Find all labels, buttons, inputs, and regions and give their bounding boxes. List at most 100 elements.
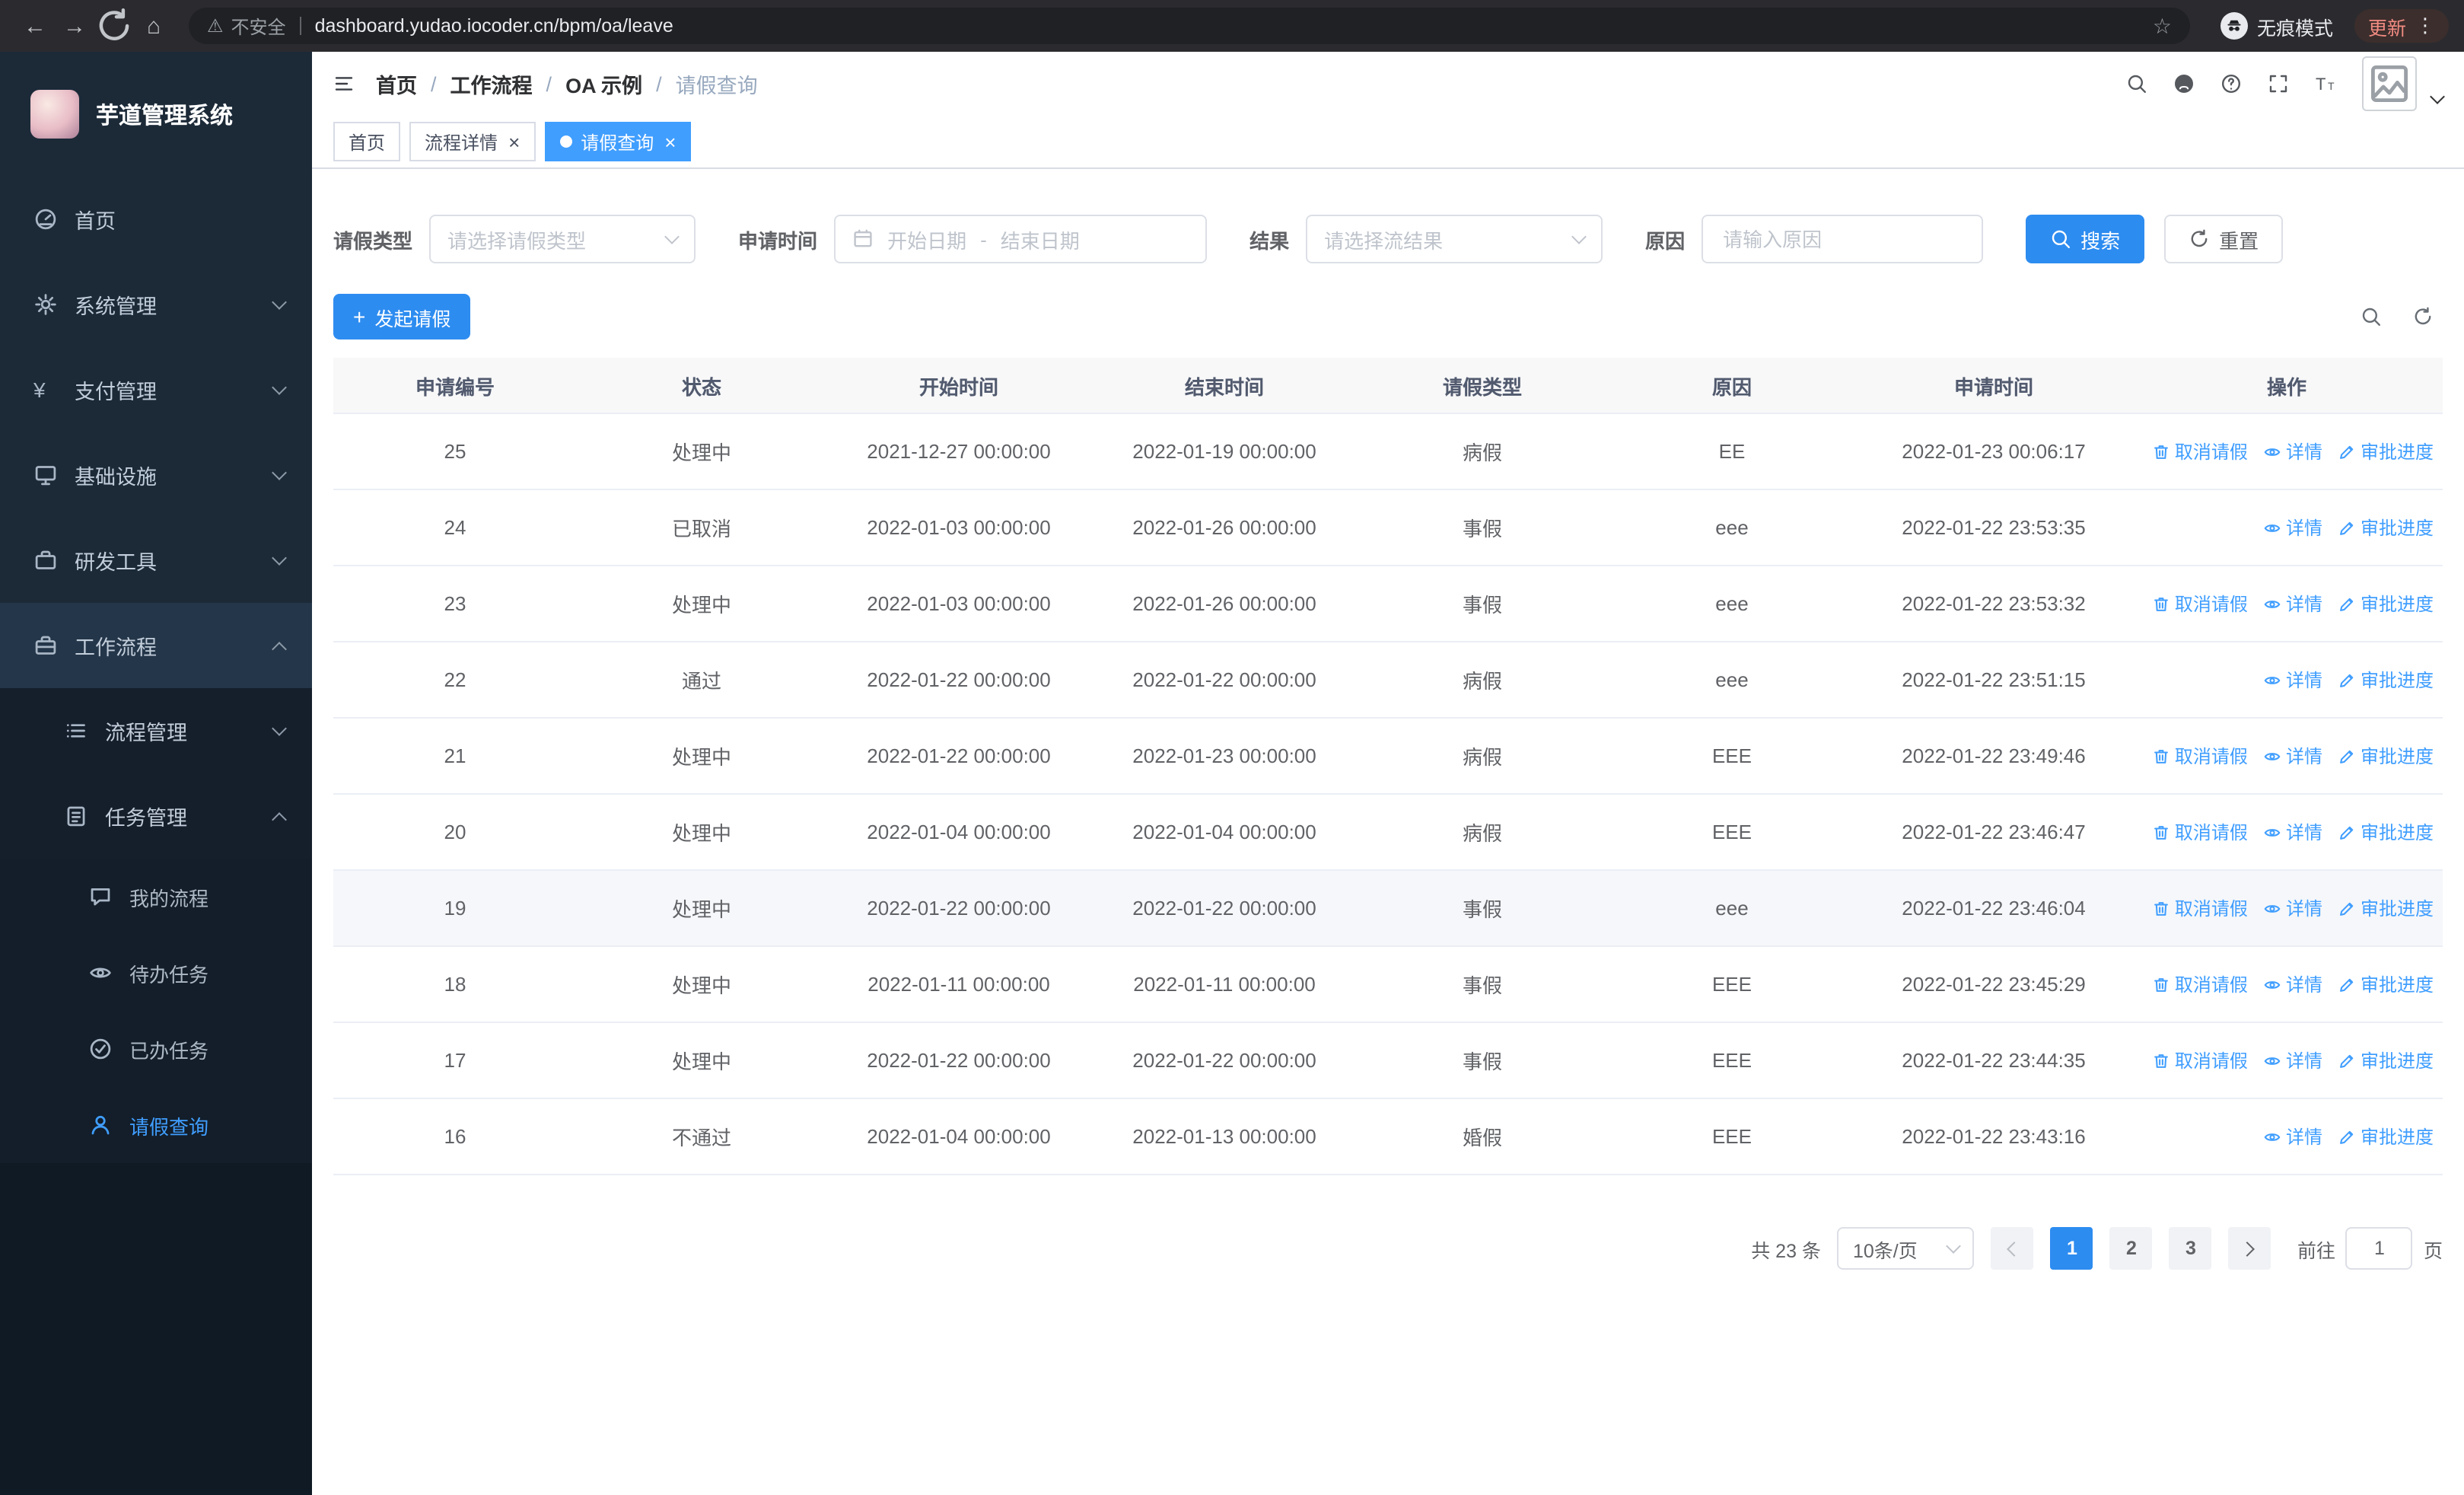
action-detail-link[interactable]: 详情: [2263, 1047, 2322, 1073]
prev-page-button[interactable]: [1991, 1227, 2034, 1270]
sidebar-item-payment-management[interactable]: ¥ 支付管理: [0, 347, 312, 432]
chevron-down-icon[interactable]: [2430, 89, 2445, 104]
next-page-button[interactable]: [2228, 1227, 2271, 1270]
toggle-search-icon[interactable]: [2361, 306, 2382, 327]
sidebar-item-task-management[interactable]: 任务管理: [0, 773, 312, 859]
action-detail-link[interactable]: 详情: [2263, 515, 2322, 540]
tab-process-detail[interactable]: 流程详情 ×: [409, 122, 536, 161]
cell-actions: 取消请假 详情 审批进度: [2131, 946, 2443, 1023]
browser-home-icon[interactable]: ⌂: [134, 13, 173, 39]
pagination-total: 共 23 条: [1751, 1240, 1821, 1261]
sidebar-item-label: 系统管理: [75, 295, 157, 318]
action-cancel-link[interactable]: 取消请假: [2152, 819, 2248, 845]
action-cancel-link[interactable]: 取消请假: [2152, 971, 2248, 997]
action-cancel-link[interactable]: 取消请假: [2152, 1047, 2248, 1073]
close-icon[interactable]: ×: [508, 132, 520, 151]
sidebar-item-dev-tools[interactable]: 研发工具: [0, 518, 312, 603]
browser-back-icon[interactable]: ←: [15, 13, 55, 39]
action-detail-link[interactable]: 详情: [2263, 438, 2322, 464]
sidebar-item-label: 待办任务: [129, 963, 209, 986]
font-size-icon[interactable]: TT: [2315, 73, 2336, 94]
tab-home[interactable]: 首页: [333, 122, 401, 161]
sidebar-item-my-processes[interactable]: 我的流程: [0, 859, 312, 935]
cell-actions: 取消请假 详情 审批进度: [2131, 794, 2443, 871]
breadcrumb-item[interactable]: 首页: [376, 69, 417, 99]
github-icon[interactable]: [2173, 73, 2195, 94]
action-progress-link[interactable]: 审批进度: [2338, 1124, 2434, 1149]
action-progress-link[interactable]: 审批进度: [2338, 591, 2434, 617]
action-label: 详情: [2285, 898, 2322, 920]
action-progress-link[interactable]: 审批进度: [2338, 743, 2434, 769]
breadcrumb-item[interactable]: 工作流程: [450, 69, 533, 99]
cell-id: 16: [333, 1098, 577, 1175]
sidebar-item-label: 任务管理: [105, 807, 187, 830]
goto-page-input[interactable]: [2345, 1227, 2413, 1270]
action-progress-link[interactable]: 审批进度: [2338, 667, 2434, 693]
page-button-3[interactable]: 3: [2169, 1227, 2212, 1270]
close-icon[interactable]: ×: [664, 132, 676, 151]
plus-icon: +: [353, 304, 366, 329]
page-button-2[interactable]: 2: [2109, 1227, 2153, 1270]
page-size-value: 10条/页: [1852, 1240, 1918, 1261]
sidebar-collapse-icon[interactable]: [333, 73, 355, 94]
sidebar-item-leave-query[interactable]: 请假查询: [0, 1087, 312, 1163]
sidebar-item-process-management[interactable]: 流程管理: [0, 688, 312, 773]
reset-button[interactable]: 重置: [2164, 215, 2284, 263]
active-tab-dot: [559, 135, 572, 148]
security-warning-icon: ⚠: [207, 15, 224, 37]
action-cancel-link[interactable]: 取消请假: [2152, 895, 2248, 921]
cell-applied: 2022-01-22 23:43:16: [1857, 1098, 2131, 1175]
sidebar-item-label: 已办任务: [129, 1039, 209, 1062]
update-button[interactable]: 更新 ⋮: [2354, 9, 2449, 43]
browser-forward-icon[interactable]: →: [55, 13, 94, 39]
leave-type-select[interactable]: 请选择请假类型: [429, 215, 696, 263]
apply-time-range-picker[interactable]: 开始日期 - 结束日期: [834, 215, 1208, 263]
table-row: 25 处理中 2021-12-27 00:00:00 2022-01-19 00:00…: [333, 413, 2443, 490]
action-cancel-link[interactable]: 取消请假: [2152, 591, 2248, 617]
fullscreen-icon[interactable]: [2268, 73, 2289, 94]
search-button[interactable]: 搜索: [2026, 215, 2145, 263]
result-select[interactable]: 请选择流结果: [1306, 215, 1603, 263]
action-detail-link[interactable]: 详情: [2263, 591, 2322, 617]
sidebar-item-done-tasks[interactable]: 已办任务: [0, 1011, 312, 1087]
help-icon[interactable]: [2220, 73, 2242, 94]
browser-reload-icon[interactable]: [94, 6, 134, 46]
sidebar-item-todo-tasks[interactable]: 待办任务: [0, 935, 312, 1011]
action-progress-link[interactable]: 审批进度: [2338, 895, 2434, 921]
avatar[interactable]: [2362, 56, 2417, 111]
trash-icon: [2152, 594, 2170, 613]
tab-leave-query[interactable]: 请假查询 ×: [544, 122, 692, 161]
view-icon: [2263, 975, 2281, 993]
search-icon[interactable]: [2126, 73, 2147, 94]
action-detail-link[interactable]: 详情: [2263, 819, 2322, 845]
action-cancel-link[interactable]: 取消请假: [2152, 743, 2248, 769]
page-size-select[interactable]: 10条/页: [1837, 1227, 1975, 1270]
browser-menu-icon[interactable]: ⋮: [2415, 14, 2435, 38]
action-progress-link[interactable]: 审批进度: [2338, 515, 2434, 540]
sidebar-item-workflow[interactable]: 工作流程: [0, 603, 312, 688]
action-progress-link[interactable]: 审批进度: [2338, 1047, 2434, 1073]
page-button-1[interactable]: 1: [2050, 1227, 2093, 1270]
reason-input[interactable]: [1720, 226, 1966, 252]
action-detail-link[interactable]: 详情: [2263, 1124, 2322, 1149]
action-progress-link[interactable]: 审批进度: [2338, 438, 2434, 464]
column-header-type: 请假类型: [1358, 358, 1607, 414]
sidebar-item-infrastructure[interactable]: 基础设施: [0, 432, 312, 518]
cell-status: 处理中: [577, 946, 826, 1023]
create-leave-button[interactable]: + 发起请假: [333, 294, 471, 339]
action-detail-link[interactable]: 详情: [2263, 667, 2322, 693]
action-detail-link[interactable]: 详情: [2263, 971, 2322, 997]
sidebar-item-system-management[interactable]: 系统管理: [0, 262, 312, 347]
tasks-icon: [64, 804, 88, 828]
breadcrumb-item[interactable]: OA 示例: [565, 69, 642, 99]
action-cancel-link[interactable]: 取消请假: [2152, 438, 2248, 464]
action-detail-link[interactable]: 详情: [2263, 743, 2322, 769]
action-progress-link[interactable]: 审批进度: [2338, 819, 2434, 845]
action-progress-link[interactable]: 审批进度: [2338, 971, 2434, 997]
sidebar-item-home[interactable]: 首页: [0, 177, 312, 262]
action-detail-link[interactable]: 详情: [2263, 895, 2322, 921]
end-date-placeholder: 结束日期: [1000, 229, 1080, 252]
bookmark-star-icon[interactable]: ☆: [2153, 13, 2172, 39]
url-bar[interactable]: ⚠ 不安全 dashboard.yudao.iocoder.cn/bpm/oa/…: [189, 8, 2190, 44]
refresh-table-icon[interactable]: [2412, 306, 2434, 327]
